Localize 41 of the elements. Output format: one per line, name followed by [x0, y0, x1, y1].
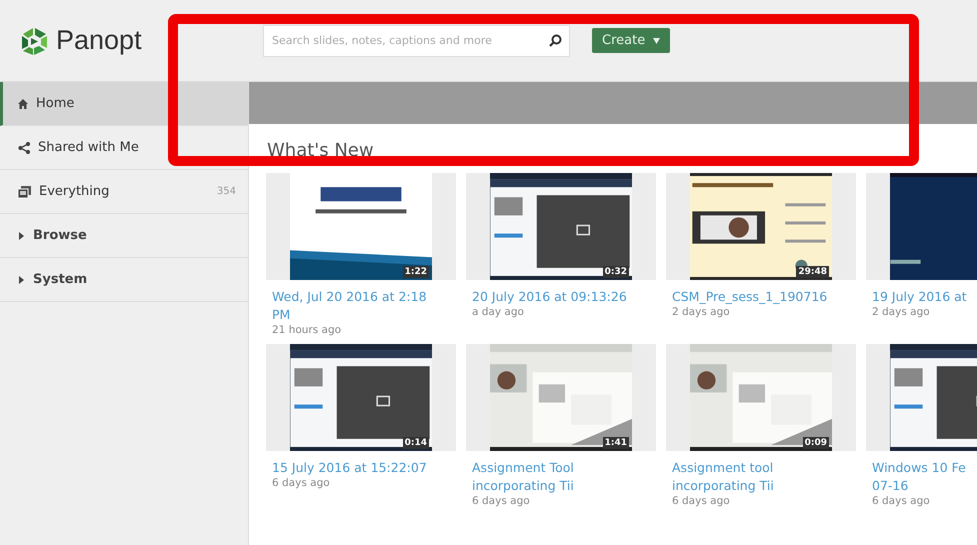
session-age: 21 hours ago [272, 324, 342, 336]
duration-badge: 1:41 [602, 437, 629, 449]
sidebar-label: System [33, 272, 88, 287]
logo-text: Panopt [56, 25, 142, 56]
video-thumbnail[interactable]: 0:32 [466, 173, 656, 280]
duration-badge: 0:14 [402, 437, 429, 449]
search-icon [549, 34, 562, 46]
duration-badge: 0:09 [802, 437, 829, 449]
sidebar-item[interactable]: Everything 354 [0, 170, 248, 214]
duration-badge: 29:48 [796, 266, 829, 278]
session-age: 6 days ago [672, 495, 731, 507]
create-button[interactable]: Create [592, 28, 670, 53]
session-age: a day ago [472, 306, 525, 318]
sidebar-item[interactable]: Shared with Me [0, 126, 248, 170]
sidebar-label: Home [36, 96, 76, 111]
section-heading: What's New [267, 140, 375, 161]
sidebar-label: Shared with Me [38, 140, 140, 155]
session-age: 6 days ago [472, 495, 531, 507]
session-age: 6 days ago [872, 495, 931, 507]
search-field[interactable]: Search slides, notes, captions and more [263, 24, 570, 56]
library-icon [18, 186, 31, 198]
share-icon [18, 142, 30, 154]
caret-icon [653, 38, 660, 44]
sidebar-group[interactable]: System [0, 258, 248, 302]
duration-badge: 0:32 [602, 266, 629, 278]
home-icon [18, 98, 28, 108]
item-count: 354 [216, 186, 236, 197]
video-thumbnail[interactable]: 29:48 [666, 173, 856, 280]
video-thumbnail[interactable]: 1:22 [266, 173, 456, 280]
sidebar-label: Browse [33, 228, 88, 243]
session-age: 6 days ago [272, 477, 331, 489]
session-age: 2 days ago [872, 306, 931, 318]
logo-icon [20, 26, 50, 56]
session-age: 2 days ago [672, 306, 731, 318]
sidebar-group[interactable]: Browse [0, 214, 248, 258]
duration-badge: 1:22 [402, 266, 429, 278]
video-thumbnail[interactable]: 1:41 [466, 344, 656, 451]
sidebar-label: Everything [39, 184, 110, 199]
video-thumbnail[interactable]: 0:09 [666, 344, 856, 451]
video-thumbnail[interactable]: 0:14 [266, 344, 456, 451]
sidebar-item[interactable]: Home [0, 82, 248, 126]
